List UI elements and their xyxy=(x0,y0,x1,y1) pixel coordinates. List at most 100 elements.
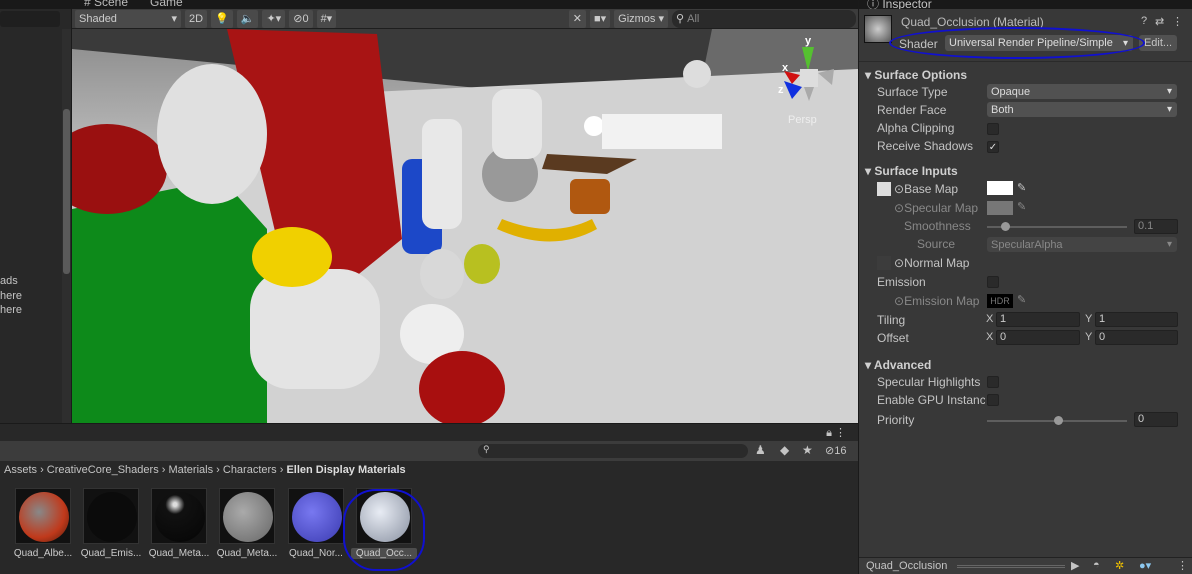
breadcrumb-item[interactable]: Materials xyxy=(168,464,213,476)
breadcrumb-item[interactable]: CreativeCore_Shaders xyxy=(47,464,159,476)
hierarchy-panel: ads here here xyxy=(0,9,72,423)
lock-icon[interactable]: 🔒︎ ⋮ xyxy=(826,426,846,440)
preview-shape-icon[interactable]: ◓ xyxy=(1093,559,1100,571)
label-text: Emission Map xyxy=(904,294,980,308)
kettle xyxy=(492,89,542,159)
projection-label[interactable]: Persp xyxy=(788,114,817,126)
gizmos-dropdown[interactable]: Gizmos ▾ xyxy=(614,9,668,28)
background-icon[interactable]: ●▾ xyxy=(1139,559,1151,572)
surface-inputs-header[interactable]: ▾ Surface Inputs xyxy=(865,164,958,178)
receive-shadows-checkbox[interactable]: ✓ xyxy=(987,141,999,153)
light-icon[interactable]: ✲ xyxy=(1115,559,1124,572)
render-face-dropdown[interactable]: Both xyxy=(987,102,1177,117)
breadcrumb-item[interactable]: Characters xyxy=(223,464,277,476)
visibility-icon: ⊘ xyxy=(293,13,303,25)
emission-checkbox[interactable] xyxy=(987,276,999,288)
presets-icon[interactable]: ⇄ xyxy=(1155,15,1164,28)
inspector-panel: ⓘ Inspector Quad_Occlusion (Material) ? … xyxy=(858,0,1192,574)
eyedropper-icon[interactable]: ✎ xyxy=(1017,293,1026,306)
axis-x-label: x xyxy=(782,62,789,74)
asset-thumbnail[interactable] xyxy=(15,488,71,544)
hierarchy-item[interactable]: here xyxy=(0,289,22,304)
offset-x-field[interactable]: 0 xyxy=(996,330,1080,345)
base-map-texture-slot[interactable] xyxy=(877,182,891,196)
label-icon[interactable]: ◆ xyxy=(780,443,789,457)
effects-icon[interactable]: ✦▾ xyxy=(262,9,286,28)
asset-thumbnail[interactable] xyxy=(151,488,207,544)
inspector-tab[interactable]: ⓘ Inspector xyxy=(867,0,932,9)
lighting-icon[interactable]: 💡 xyxy=(211,9,233,28)
alpha-clipping-checkbox[interactable] xyxy=(987,123,999,135)
hierarchy-item[interactable]: here xyxy=(0,303,22,318)
help-icon[interactable]: ? xyxy=(1141,15,1147,27)
priority-field[interactable]: 0 xyxy=(1134,412,1178,427)
asset-thumbnail[interactable] xyxy=(219,488,275,544)
smoothness-field[interactable]: 0.1 xyxy=(1134,219,1178,234)
camera-icon[interactable]: ■▾ xyxy=(589,9,611,28)
scene-search-input[interactable]: ⚲ All xyxy=(672,9,856,28)
search-placeholder: All xyxy=(687,12,700,25)
hierarchy-scrollbar[interactable] xyxy=(62,29,71,423)
surface-options-header[interactable]: ▾ Surface Options xyxy=(865,68,967,82)
more-menu-icon[interactable]: ⋮ xyxy=(1177,559,1188,572)
hidden-count: 0 xyxy=(302,12,309,25)
priority-slider[interactable] xyxy=(987,416,1127,425)
tab-game[interactable]: Game xyxy=(150,0,183,9)
breadcrumb-item[interactable]: Assets xyxy=(4,464,37,476)
grid-icon[interactable]: #▾ xyxy=(316,9,337,28)
surface-type-dropdown[interactable]: Opaque xyxy=(987,84,1177,99)
project-panel: 🔒︎ ⋮ ⚲ ♟ ◆ ★ ⊘16 Assets › CreativeCore_S… xyxy=(0,423,858,574)
tools-icon[interactable]: ✕ xyxy=(568,9,586,28)
specular-color[interactable] xyxy=(987,201,1013,215)
asset-label[interactable]: Quad_Nor... xyxy=(283,548,349,559)
advanced-header[interactable]: ▾ Advanced xyxy=(865,358,931,372)
favorite-star-icon[interactable]: ★ xyxy=(802,443,813,457)
label-text: Normal Map xyxy=(904,256,970,270)
asset-label[interactable]: Quad_Meta... xyxy=(146,548,212,559)
audio-icon[interactable]: 🔈 xyxy=(236,9,259,28)
specular-highlights-checkbox[interactable] xyxy=(987,376,999,388)
section-title: Advanced xyxy=(873,358,932,372)
hidden-packages-toggle[interactable]: ⊘16 xyxy=(825,444,846,457)
draw-mode-dropdown[interactable]: Shaded ▾ xyxy=(75,9,181,28)
asset-label[interactable]: Quad_Albe... xyxy=(10,548,76,559)
filter-type-icon[interactable]: ♟ xyxy=(755,443,766,457)
tab-scene[interactable]: # Scene xyxy=(84,0,128,9)
render-face-label: Render Face xyxy=(877,103,947,117)
asset-label[interactable]: Quad_Meta... xyxy=(214,548,280,559)
breadcrumb-current[interactable]: Ellen Display Materials xyxy=(286,464,405,476)
white-bottle xyxy=(422,119,462,229)
2d-toggle[interactable]: 2D xyxy=(185,9,208,28)
more-menu-icon[interactable]: ⋮ xyxy=(1172,15,1183,28)
asset-label[interactable]: Quad_Emis... xyxy=(78,548,144,559)
smoothness-slider[interactable] xyxy=(987,222,1127,231)
scene-viewport[interactable]: y x z Persp xyxy=(72,29,858,423)
hierarchy-item[interactable]: ads xyxy=(0,274,22,289)
gpu-instancing-checkbox[interactable] xyxy=(987,394,999,406)
eyedropper-icon[interactable]: ✎ xyxy=(1017,200,1026,213)
project-search-input[interactable]: ⚲ xyxy=(478,444,748,458)
priority-label: Priority xyxy=(877,413,915,427)
pear-yellow xyxy=(464,244,500,284)
asset-thumbnail[interactable] xyxy=(288,488,344,544)
asset-thumbnail[interactable] xyxy=(83,488,139,544)
axis-y-label: y xyxy=(805,35,812,47)
patterned-capsule xyxy=(157,64,267,204)
tiling-y-field[interactable]: 1 xyxy=(1095,312,1178,327)
source-label: Source xyxy=(917,237,956,251)
normal-map-texture-slot[interactable] xyxy=(877,256,891,270)
offset-y-label: Y xyxy=(1085,331,1093,343)
pear-white xyxy=(420,249,464,299)
base-map-color[interactable] xyxy=(987,181,1013,195)
eyedropper-icon[interactable]: ✎ xyxy=(1017,181,1026,194)
hidden-objects-toggle[interactable]: ⊘ 0 xyxy=(289,9,313,28)
hierarchy-search[interactable] xyxy=(0,11,60,27)
preview-resize-handle[interactable] xyxy=(957,565,1065,568)
tiling-x-field[interactable]: 1 xyxy=(996,312,1080,327)
tab-bar: # Scene Game xyxy=(0,0,858,9)
emission-color-hdr[interactable]: HDR xyxy=(987,294,1013,308)
search-icon: ⚲ xyxy=(676,13,688,25)
source-dropdown[interactable]: SpecularAlpha xyxy=(987,237,1177,252)
play-icon[interactable]: ▶ xyxy=(1071,559,1079,572)
offset-y-field[interactable]: 0 xyxy=(1095,330,1178,345)
